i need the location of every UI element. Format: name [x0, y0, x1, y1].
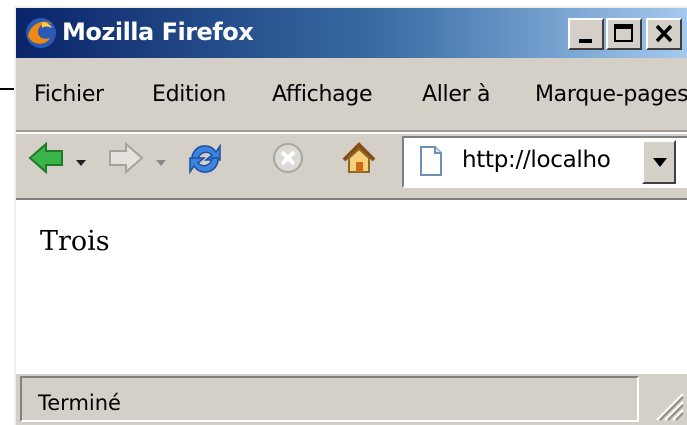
window-title: Mozilla Firefox	[62, 18, 254, 46]
maximize-button[interactable]	[606, 18, 642, 50]
close-icon	[655, 24, 673, 43]
menu-fichier[interactable]: Fichier	[34, 82, 104, 107]
url-dropdown-button[interactable]	[642, 140, 676, 184]
minimize-icon	[579, 39, 592, 43]
resize-grip-icon[interactable]	[649, 386, 685, 422]
maximize-icon	[614, 24, 633, 42]
home-icon[interactable]	[338, 138, 380, 180]
browser-window: Mozilla Firefox Fichier Edition Affichag…	[14, 6, 687, 425]
forward-dropdown-icon[interactable]	[156, 160, 166, 166]
status-text: Terminé	[38, 391, 121, 415]
stop-icon[interactable]	[268, 138, 308, 178]
menu-affichage[interactable]: Affichage	[272, 82, 373, 107]
back-dropdown-icon[interactable]	[76, 160, 86, 166]
forward-arrow-icon[interactable]	[106, 138, 146, 178]
page-icon	[420, 146, 442, 176]
url-input[interactable]: http://localho	[462, 147, 611, 173]
menu-aller-a[interactable]: Aller à	[422, 82, 491, 107]
menu-marque-pages[interactable]: Marque-pages	[535, 82, 687, 107]
page-content	[16, 198, 687, 374]
chevron-down-icon	[653, 158, 667, 167]
page-text: Trois	[40, 226, 110, 257]
firefox-icon	[26, 18, 56, 48]
reload-icon[interactable]	[184, 138, 226, 180]
back-arrow-icon[interactable]	[26, 138, 66, 178]
menu-edition[interactable]: Edition	[152, 82, 226, 107]
close-button[interactable]	[646, 18, 682, 50]
title-bar[interactable]: Mozilla Firefox	[16, 8, 687, 58]
minimize-button[interactable]	[568, 18, 604, 50]
